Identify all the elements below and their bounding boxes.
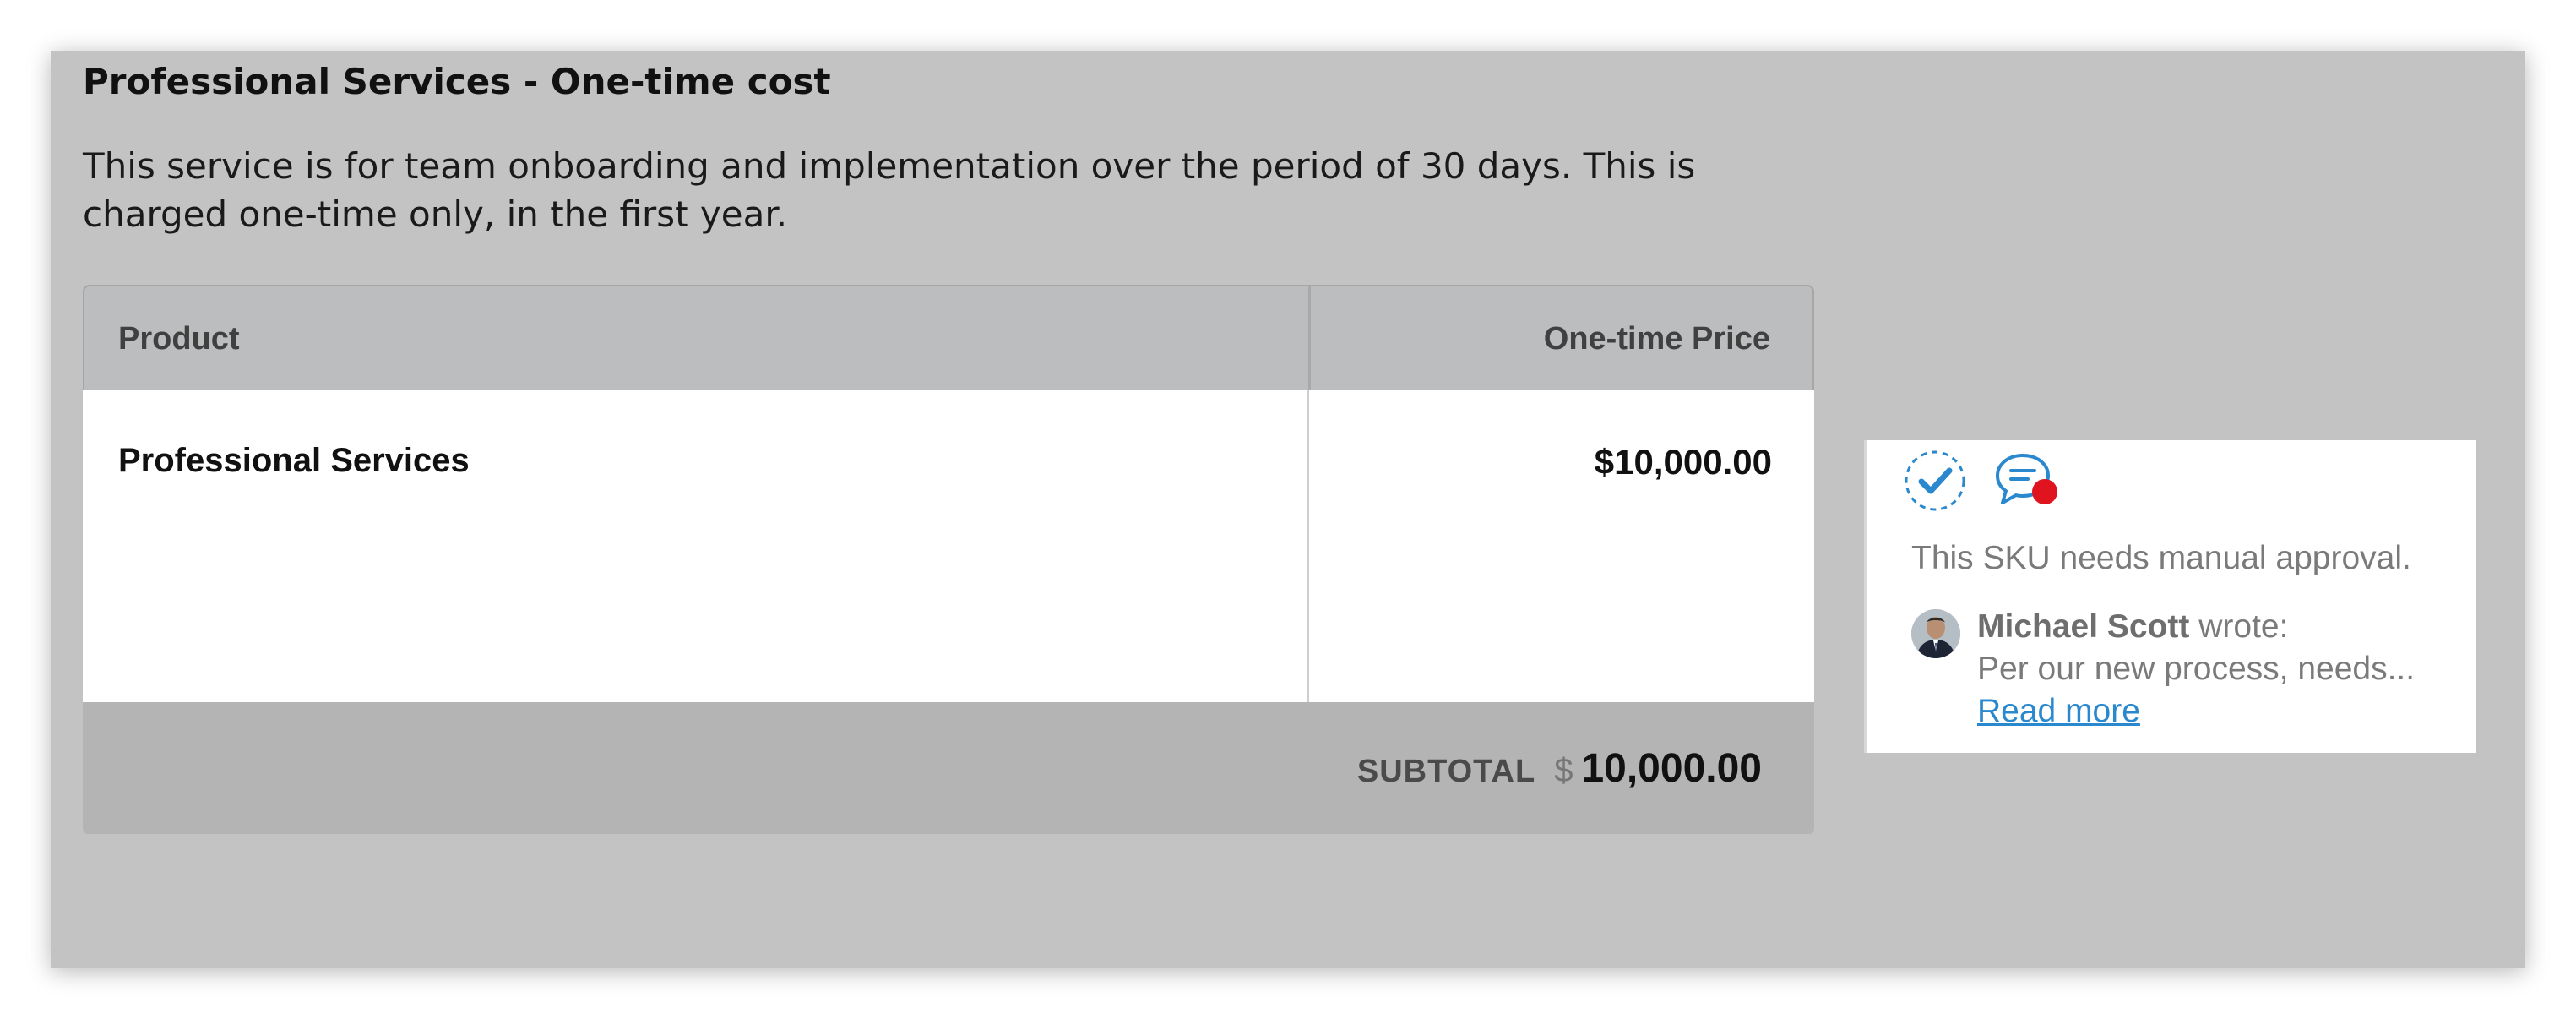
product-price-cell: $10,000.00: [1594, 442, 1772, 482]
approve-check-icon[interactable]: [1903, 449, 1967, 513]
subtotal-value: $ 10,000.00: [1554, 745, 1762, 792]
approval-message: This SKU needs manual approval.: [1911, 540, 2411, 576]
read-more-link[interactable]: Read more: [1977, 693, 2140, 729]
note-divider: [1864, 440, 1867, 753]
table-footer: SUBTOTAL $ 10,000.00: [83, 702, 1814, 834]
comment-excerpt: Per our new process, needs...: [1977, 651, 2416, 687]
comment-author: Michael Scott: [1977, 608, 2190, 645]
subtotal-amount: 10,000.00: [1581, 745, 1762, 791]
comment-verb: wrote:: [2198, 608, 2289, 645]
section-title: Professional Services - One-time cost: [83, 61, 831, 102]
page: Professional Services - One-time cost Th…: [0, 0, 2576, 1019]
comment-notification-icon[interactable]: [1992, 450, 2060, 515]
subtotal-currency: $: [1554, 751, 1573, 789]
comment-header: Michael Scott wrote:: [1977, 606, 2415, 648]
table-header: Product One-time Price: [83, 285, 1814, 391]
product-name-cell: Professional Services: [118, 442, 470, 479]
header-column-divider: [1308, 286, 1311, 391]
subtotal: SUBTOTAL $ 10,000.00: [1357, 702, 1762, 834]
column-header-one-time-price: One-time Price: [1543, 321, 1770, 357]
column-header-product: Product: [118, 321, 240, 357]
section-description: This service is for team onboarding and …: [83, 145, 1696, 235]
subtotal-label: SUBTOTAL: [1356, 753, 1536, 789]
pricing-table: Product One-time Price Professional Serv…: [83, 285, 1814, 834]
comment-body: Michael Scott wrote: Per our new process…: [1977, 606, 2415, 733]
approval-note-panel: This SKU needs manual approval. Michael …: [1864, 440, 2476, 753]
table-row: Professional Services $10,000.00: [83, 390, 1814, 702]
row-column-divider: [1307, 390, 1309, 702]
avatar: [1911, 609, 1960, 658]
